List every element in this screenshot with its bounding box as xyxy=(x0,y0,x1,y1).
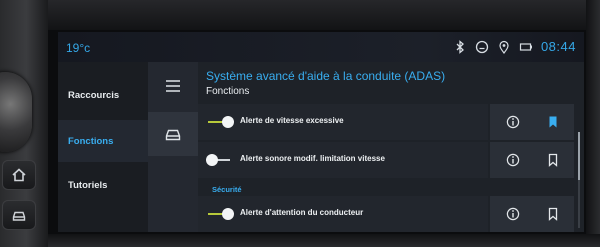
menu-button[interactable] xyxy=(148,64,198,108)
bookmark-icon xyxy=(548,153,558,167)
menu-item-label: Raccourcis xyxy=(68,89,120,101)
dashboard-bezel-bottom xyxy=(48,234,600,247)
menu-item-fonctions[interactable]: Fonctions xyxy=(58,120,148,162)
status-icons: 08:44 xyxy=(453,39,576,54)
scrollbar-thumb[interactable] xyxy=(578,132,580,180)
setting-actions xyxy=(490,142,574,178)
info-icon xyxy=(506,207,520,221)
volume-knob[interactable] xyxy=(0,72,32,152)
setting-label: Alerte sonore modif. limitation vitesse xyxy=(240,154,385,163)
hardware-home-button[interactable] xyxy=(2,160,36,190)
info-icon xyxy=(506,153,520,167)
status-bar: 19°c 08:44 xyxy=(58,32,584,62)
menu-item-label: Fonctions xyxy=(68,135,114,147)
toggle-switch[interactable] xyxy=(208,116,234,128)
info-button[interactable] xyxy=(504,151,522,169)
side-menu: Raccourcis Fonctions Tutoriels xyxy=(58,62,148,232)
menu-item-tutoriels[interactable]: Tutoriels xyxy=(58,164,148,206)
setting-row-main[interactable]: Alerte d'attention du conducteur xyxy=(198,196,488,232)
setting-row-driver-attention: Alerte d'attention du conducteur xyxy=(198,196,584,232)
setting-label: Alerte de vitesse excessive xyxy=(240,116,344,125)
bookmark-button[interactable] xyxy=(544,205,562,223)
toggle-switch[interactable] xyxy=(208,208,234,220)
bluetooth-icon xyxy=(456,39,464,54)
setting-row-speed-limit-sound: Alerte sonore modif. limitation vitesse xyxy=(198,142,584,178)
toggle-thumb xyxy=(222,116,234,128)
menu-item-label: Tutoriels xyxy=(68,179,108,191)
hamburger-menu-icon xyxy=(166,80,180,92)
setting-row-main[interactable]: Alerte de vitesse excessive xyxy=(198,104,488,140)
toggle-thumb xyxy=(206,154,218,166)
section-header: Sécurité xyxy=(212,185,242,194)
dashboard-bezel-top xyxy=(48,0,600,30)
car-icon xyxy=(165,129,181,141)
speed-limit-sign-icon xyxy=(475,40,489,53)
icon-rail xyxy=(148,62,198,232)
dashboard-bezel-right xyxy=(586,0,600,247)
bookmark-filled-icon xyxy=(549,116,557,128)
bookmark-icon xyxy=(548,207,558,221)
bookmark-button[interactable] xyxy=(544,113,562,131)
car-icon xyxy=(12,211,26,221)
vehicle-functions-button[interactable] xyxy=(148,112,198,156)
menu-item-raccourcis[interactable]: Raccourcis xyxy=(58,74,148,116)
adas-panel: Système avancé d'aide à la conduite (ADA… xyxy=(198,62,584,232)
setting-label: Alerte d'attention du conducteur xyxy=(240,208,364,217)
toggle-switch[interactable] xyxy=(206,154,234,166)
location-pin-icon xyxy=(499,40,509,54)
info-button[interactable] xyxy=(504,205,522,223)
infotainment-screen: 19°c 08:44 Raccourcis Fonctions Tutoriel… xyxy=(58,32,584,232)
setting-actions xyxy=(490,196,574,232)
home-icon xyxy=(12,168,26,182)
toggle-thumb xyxy=(222,208,234,220)
battery-icon xyxy=(519,42,532,51)
outside-temperature: 19°c xyxy=(66,41,91,55)
bookmark-button[interactable] xyxy=(544,151,562,169)
clock: 08:44 xyxy=(540,39,576,54)
page-subtitle: Fonctions xyxy=(206,86,250,97)
setting-actions xyxy=(490,104,574,140)
setting-row-excess-speed: Alerte de vitesse excessive xyxy=(198,104,584,140)
hardware-vehicle-button[interactable] xyxy=(2,200,36,230)
info-icon xyxy=(506,115,520,129)
setting-row-main[interactable]: Alerte sonore modif. limitation vitesse xyxy=(198,142,488,178)
page-title: Système avancé d'aide à la conduite (ADA… xyxy=(206,69,446,83)
info-button[interactable] xyxy=(504,113,522,131)
